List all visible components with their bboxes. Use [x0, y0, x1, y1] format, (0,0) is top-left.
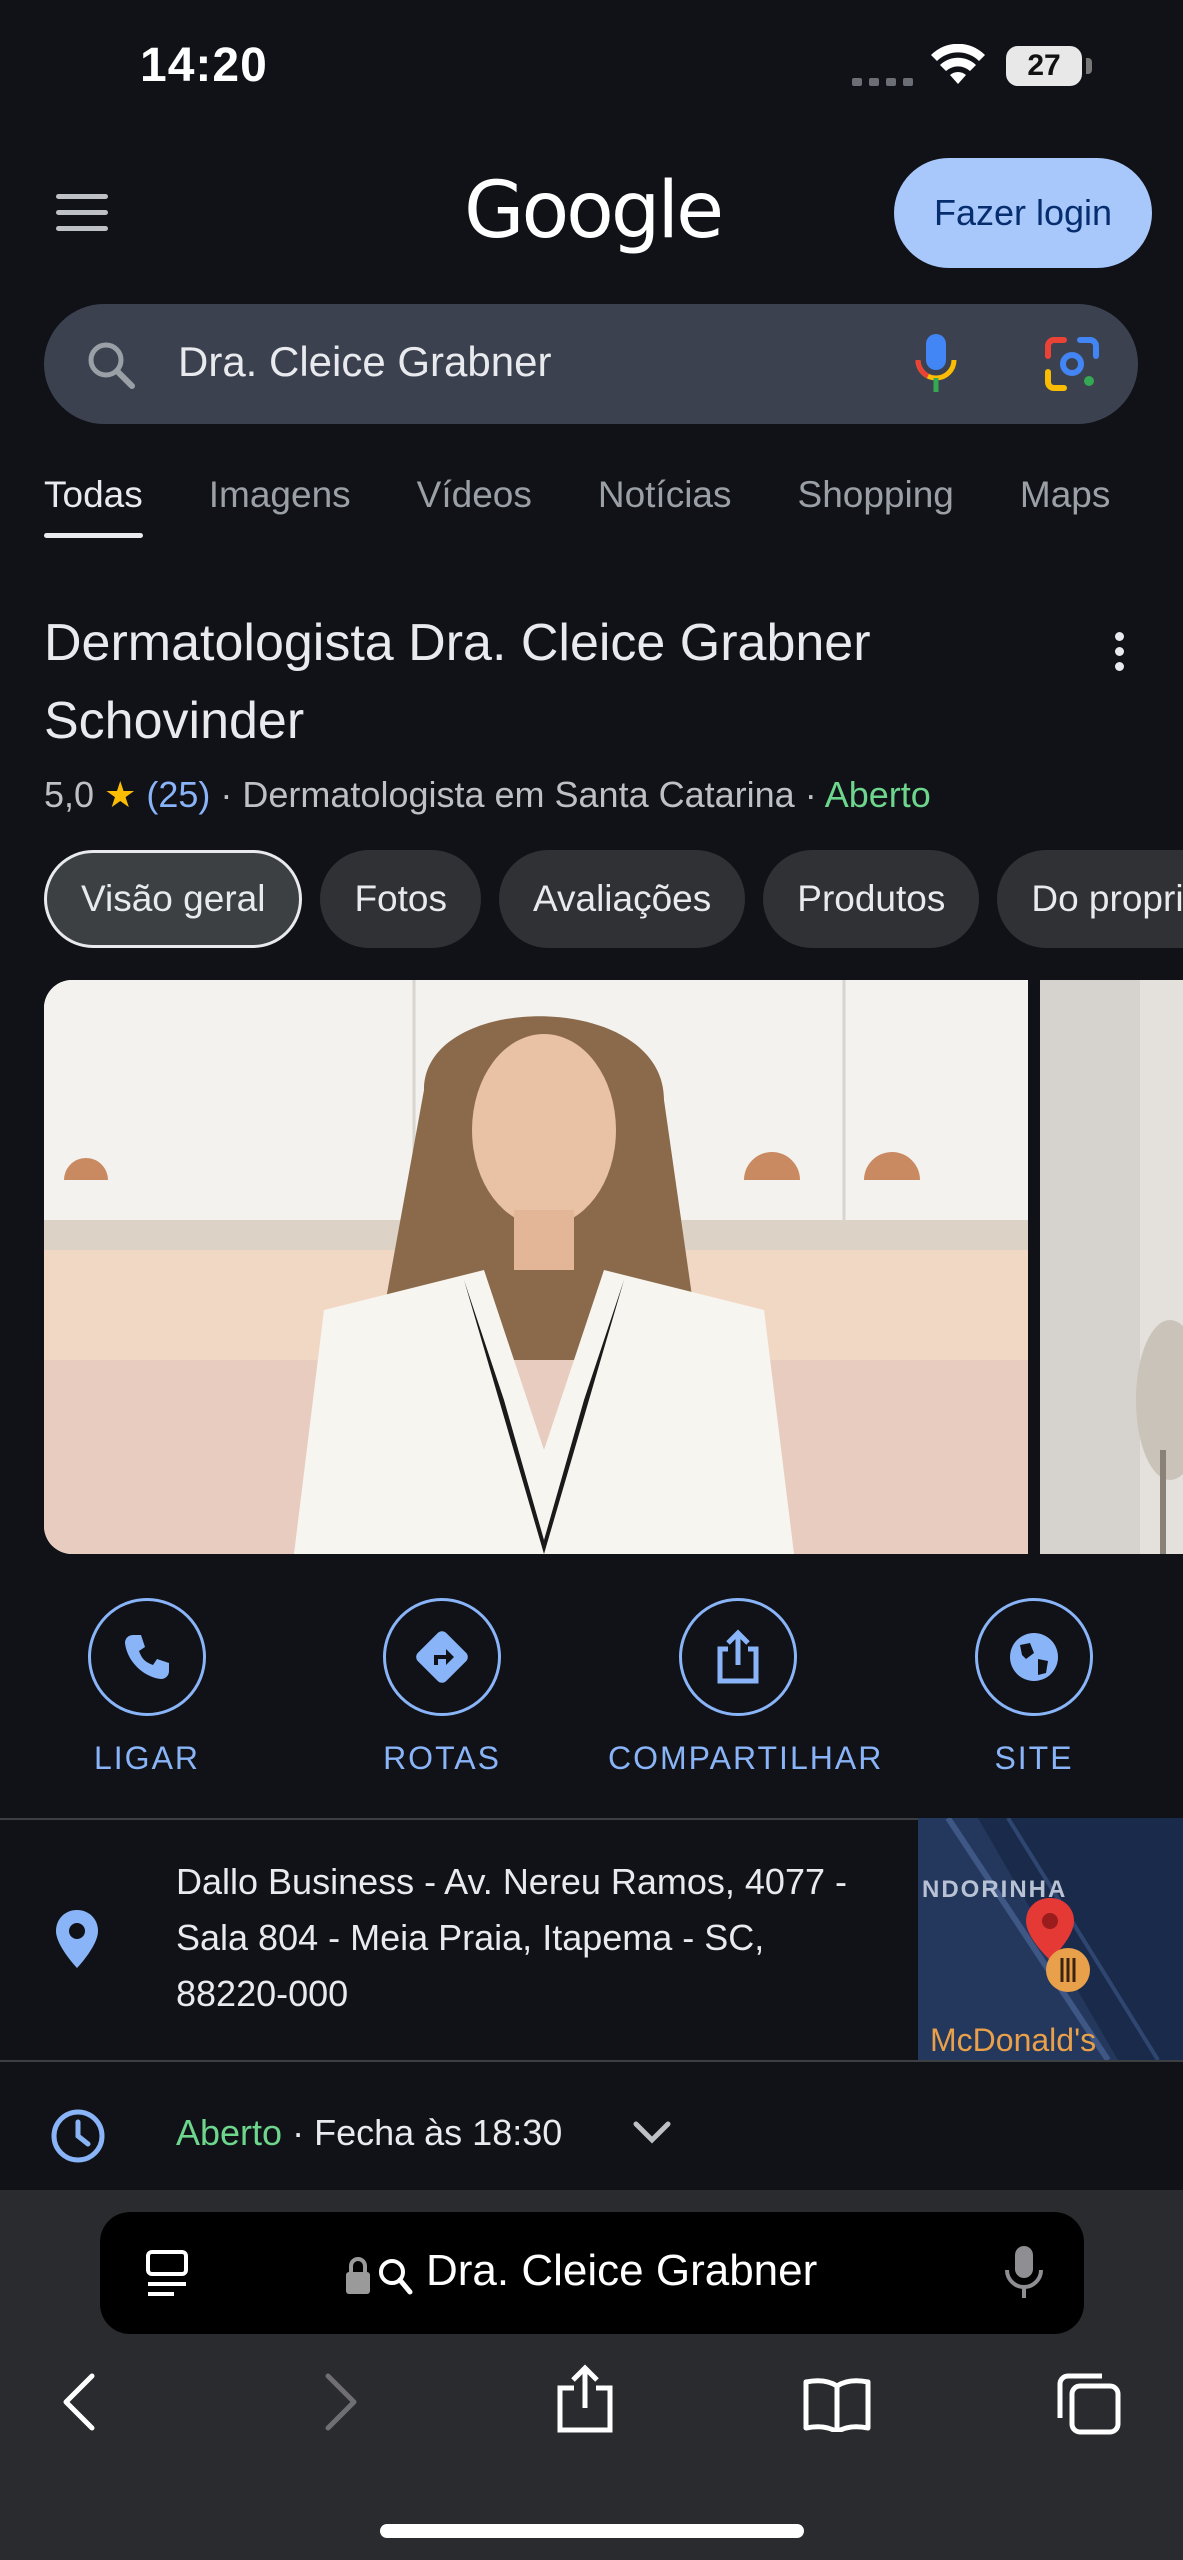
panel-chips: Visão geral Fotos Avaliações Produtos Do…: [0, 848, 1183, 952]
divider: [0, 2060, 1183, 2062]
voice-search-icon[interactable]: [914, 332, 958, 396]
map-thumbnail[interactable]: NDORINHA McDonald's: [918, 1818, 1183, 2060]
chip-do-proprietario[interactable]: Do proprietário: [997, 850, 1183, 948]
lock-icon: [346, 2257, 413, 2295]
business-category: Dermatologista em Santa Catarina: [242, 774, 795, 815]
tab-maps[interactable]: Maps: [1020, 474, 1110, 538]
search-icon: [88, 342, 135, 389]
dermatologist-portrait-image: [44, 980, 1028, 1554]
battery-tip: [1086, 58, 1092, 74]
rating-value: 5,0: [44, 774, 95, 815]
interior-photo-image: [1040, 980, 1183, 1554]
share-button[interactable]: [679, 1598, 797, 1716]
business-address[interactable]: Dallo Business - Av. Nereu Ramos, 4077 -…: [176, 1854, 856, 2022]
business-photo[interactable]: [44, 980, 1028, 1554]
tab-shopping[interactable]: Shopping: [798, 474, 954, 538]
search-input[interactable]: Dra. Cleice Grabner: [44, 304, 1138, 424]
call-action[interactable]: LIGAR: [17, 1598, 277, 1777]
tab-imagens[interactable]: Imagens: [209, 474, 351, 538]
directions-action[interactable]: ROTAS: [312, 1598, 572, 1777]
share-label: COMPARTILHAR: [608, 1740, 884, 1776]
back-icon[interactable]: [58, 2372, 102, 2432]
website-button[interactable]: [975, 1598, 1093, 1716]
share-icon: [717, 1629, 759, 1684]
share-action[interactable]: COMPARTILHAR: [608, 1598, 884, 1777]
phone-icon: [125, 1635, 169, 1679]
separator: ·: [292, 2112, 315, 2153]
tab-videos[interactable]: Vídeos: [417, 474, 532, 538]
tabs-icon[interactable]: [1056, 2372, 1122, 2436]
chevron-down-icon[interactable]: [632, 2118, 672, 2146]
address-bar[interactable]: Dra. Cleice Grabner: [100, 2212, 1084, 2334]
home-indicator[interactable]: [380, 2524, 804, 2538]
forward-icon[interactable]: [318, 2372, 362, 2432]
login-button[interactable]: Fazer login: [894, 158, 1152, 268]
directions-icon: [416, 1631, 468, 1683]
call-button[interactable]: [88, 1598, 206, 1716]
location-pin-icon: [56, 1910, 98, 1968]
hours-status: Aberto: [176, 2112, 283, 2153]
cellular-signal-icon: [852, 78, 913, 86]
chip-produtos[interactable]: Produtos: [763, 850, 980, 948]
chip-visao-geral[interactable]: Visão geral: [44, 850, 303, 948]
page-menu-icon[interactable]: [144, 2248, 190, 2298]
clock-icon: [51, 2109, 105, 2163]
map-street-label: NDORINHA: [922, 1876, 1068, 1903]
opening-hours[interactable]: Aberto · Fecha às 18:30: [176, 2112, 562, 2154]
status-bar: 14:20 27: [0, 0, 1183, 140]
battery-icon: 27: [1006, 46, 1082, 86]
directions-label: ROTAS: [383, 1740, 501, 1776]
tab-todas[interactable]: Todas: [44, 474, 143, 538]
website-action[interactable]: SITE: [904, 1598, 1164, 1777]
chip-fotos[interactable]: Fotos: [320, 850, 481, 948]
chip-avaliacoes[interactable]: Avaliações: [499, 850, 746, 948]
search-tabs: Todas Imagens Vídeos Notícias Shopping M…: [0, 470, 1183, 550]
business-photo-secondary[interactable]: [1040, 980, 1183, 1554]
more-options-icon[interactable]: [1106, 632, 1132, 676]
website-label: SITE: [994, 1740, 1074, 1776]
google-lens-icon[interactable]: [1042, 334, 1102, 394]
review-count-link[interactable]: (25): [146, 774, 210, 815]
search-query: Dra. Cleice Grabner: [178, 338, 552, 385]
status-time: 14:20: [140, 39, 268, 92]
directions-button[interactable]: [383, 1598, 501, 1716]
separator: ·: [804, 774, 825, 815]
wifi-icon: [931, 44, 985, 84]
business-summary: 5,0 ★ (25) · Dermatologista em Santa Cat…: [44, 774, 931, 816]
hours-detail: Fecha às 18:30: [314, 2112, 563, 2153]
hamburger-menu-icon[interactable]: [56, 194, 110, 234]
search-results-page: 14:20 27 Google Fazer login Dra. Cleice …: [0, 0, 1183, 2190]
map-poi-label: McDonald's: [930, 2022, 1097, 2058]
separator: ·: [220, 774, 243, 815]
business-title: Dermatologista Dra. Cleice Grabner Schov…: [44, 614, 871, 750]
tab-noticias[interactable]: Notícias: [598, 474, 732, 538]
microphone-icon[interactable]: [1004, 2244, 1044, 2300]
globe-icon: [1010, 1633, 1058, 1681]
open-status: Aberto: [824, 774, 931, 815]
star-icon: ★: [104, 774, 137, 815]
share-sheet-icon[interactable]: [554, 2364, 616, 2434]
bookmarks-icon[interactable]: [802, 2376, 872, 2432]
url-text: Dra. Cleice Grabner: [426, 2246, 818, 2295]
call-label: LIGAR: [93, 1740, 201, 1776]
google-logo[interactable]: Google: [464, 166, 724, 256]
